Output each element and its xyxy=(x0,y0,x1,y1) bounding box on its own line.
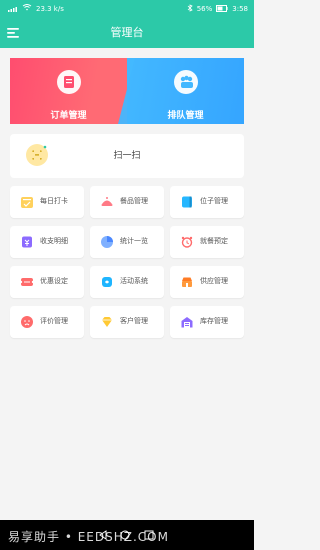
status-right: 56% 3:58 xyxy=(187,4,248,14)
tile-label: 库存管理 xyxy=(200,317,228,325)
tile-label: 位子管理 xyxy=(200,197,228,205)
alarm-clock-icon xyxy=(181,236,193,248)
tile-label: 统计一览 xyxy=(120,237,148,245)
diamond-icon xyxy=(102,317,112,327)
scan-card[interactable]: 扫一扫 xyxy=(10,134,244,178)
tile-menu-management[interactable]: 餐品管理 xyxy=(90,186,164,218)
queue-management-label: 排队管理 xyxy=(167,111,204,121)
tile-label: 客户管理 xyxy=(120,317,148,325)
tile-seat-management[interactable]: 位子管理 xyxy=(170,186,244,218)
calendar-check-icon xyxy=(21,197,33,208)
tile-label: 餐品管理 xyxy=(120,197,148,205)
activity-icon xyxy=(102,277,112,287)
coupon-icon xyxy=(20,278,34,286)
top-banner: 订单管理 排队管理 xyxy=(10,58,244,124)
signal-icon xyxy=(8,6,18,12)
tile-label: 优惠设定 xyxy=(40,277,68,285)
queue-management-card[interactable]: 排队管理 xyxy=(127,58,244,124)
tile-review-management[interactable]: 评价管理 xyxy=(10,306,84,338)
tile-daily-checkin[interactable]: 每日打卡 xyxy=(10,186,84,218)
tile-activity-system[interactable]: 活动系统 xyxy=(90,266,164,298)
tile-label: 活动系统 xyxy=(120,277,148,285)
tile-customer-management[interactable]: 客户管理 xyxy=(90,306,164,338)
bottom-bar: 易享助手 • EEDSHZ.COM xyxy=(0,520,254,550)
tile-label: 供应管理 xyxy=(200,277,228,285)
tile-discount-settings[interactable]: 优惠设定 xyxy=(10,266,84,298)
tile-label: 收支明细 xyxy=(40,237,68,245)
status-bar: 23.3 k/s 56% 3:58 xyxy=(0,0,254,18)
status-left: 23.3 k/s xyxy=(8,4,64,13)
pie-chart-icon xyxy=(101,236,113,248)
tile-label: 每日打卡 xyxy=(40,197,68,205)
app-header: 管理台 xyxy=(0,18,254,48)
tile-dining-reservation[interactable]: 就餐预定 xyxy=(170,226,244,258)
bluetooth-icon xyxy=(187,4,193,14)
order-management-card[interactable]: 订单管理 xyxy=(10,58,127,124)
order-icon xyxy=(56,70,81,94)
sad-face-icon xyxy=(21,316,33,328)
warehouse-icon xyxy=(181,317,193,328)
battery-icon xyxy=(216,4,228,14)
battery-percent: 56% xyxy=(196,5,213,13)
tile-label: 评价管理 xyxy=(40,317,68,325)
network-speed: 23.3 k/s xyxy=(36,4,64,13)
book-icon xyxy=(182,196,192,208)
tile-income-expense[interactable]: 收支明细 xyxy=(10,226,84,258)
order-management-label: 订单管理 xyxy=(50,111,87,121)
tile-supply-management[interactable]: 供应管理 xyxy=(170,266,244,298)
navigation-icons xyxy=(99,530,154,540)
page-title: 管理台 xyxy=(110,26,144,39)
queue-icon xyxy=(173,70,198,94)
tile-label: 就餐预定 xyxy=(200,237,228,245)
shop-icon xyxy=(182,277,192,287)
tile-statistics-overview[interactable]: 统计一览 xyxy=(90,226,164,258)
food-cover-icon xyxy=(101,197,113,206)
scan-label: 扫一扫 xyxy=(113,151,141,161)
top-header-area: 23.3 k/s 56% 3:58 管理台 xyxy=(0,0,254,48)
clock-time: 3:58 xyxy=(232,5,248,13)
ledger-icon xyxy=(22,236,32,248)
wifi-icon xyxy=(22,4,32,13)
tile-inventory-management[interactable]: 库存管理 xyxy=(170,306,244,338)
